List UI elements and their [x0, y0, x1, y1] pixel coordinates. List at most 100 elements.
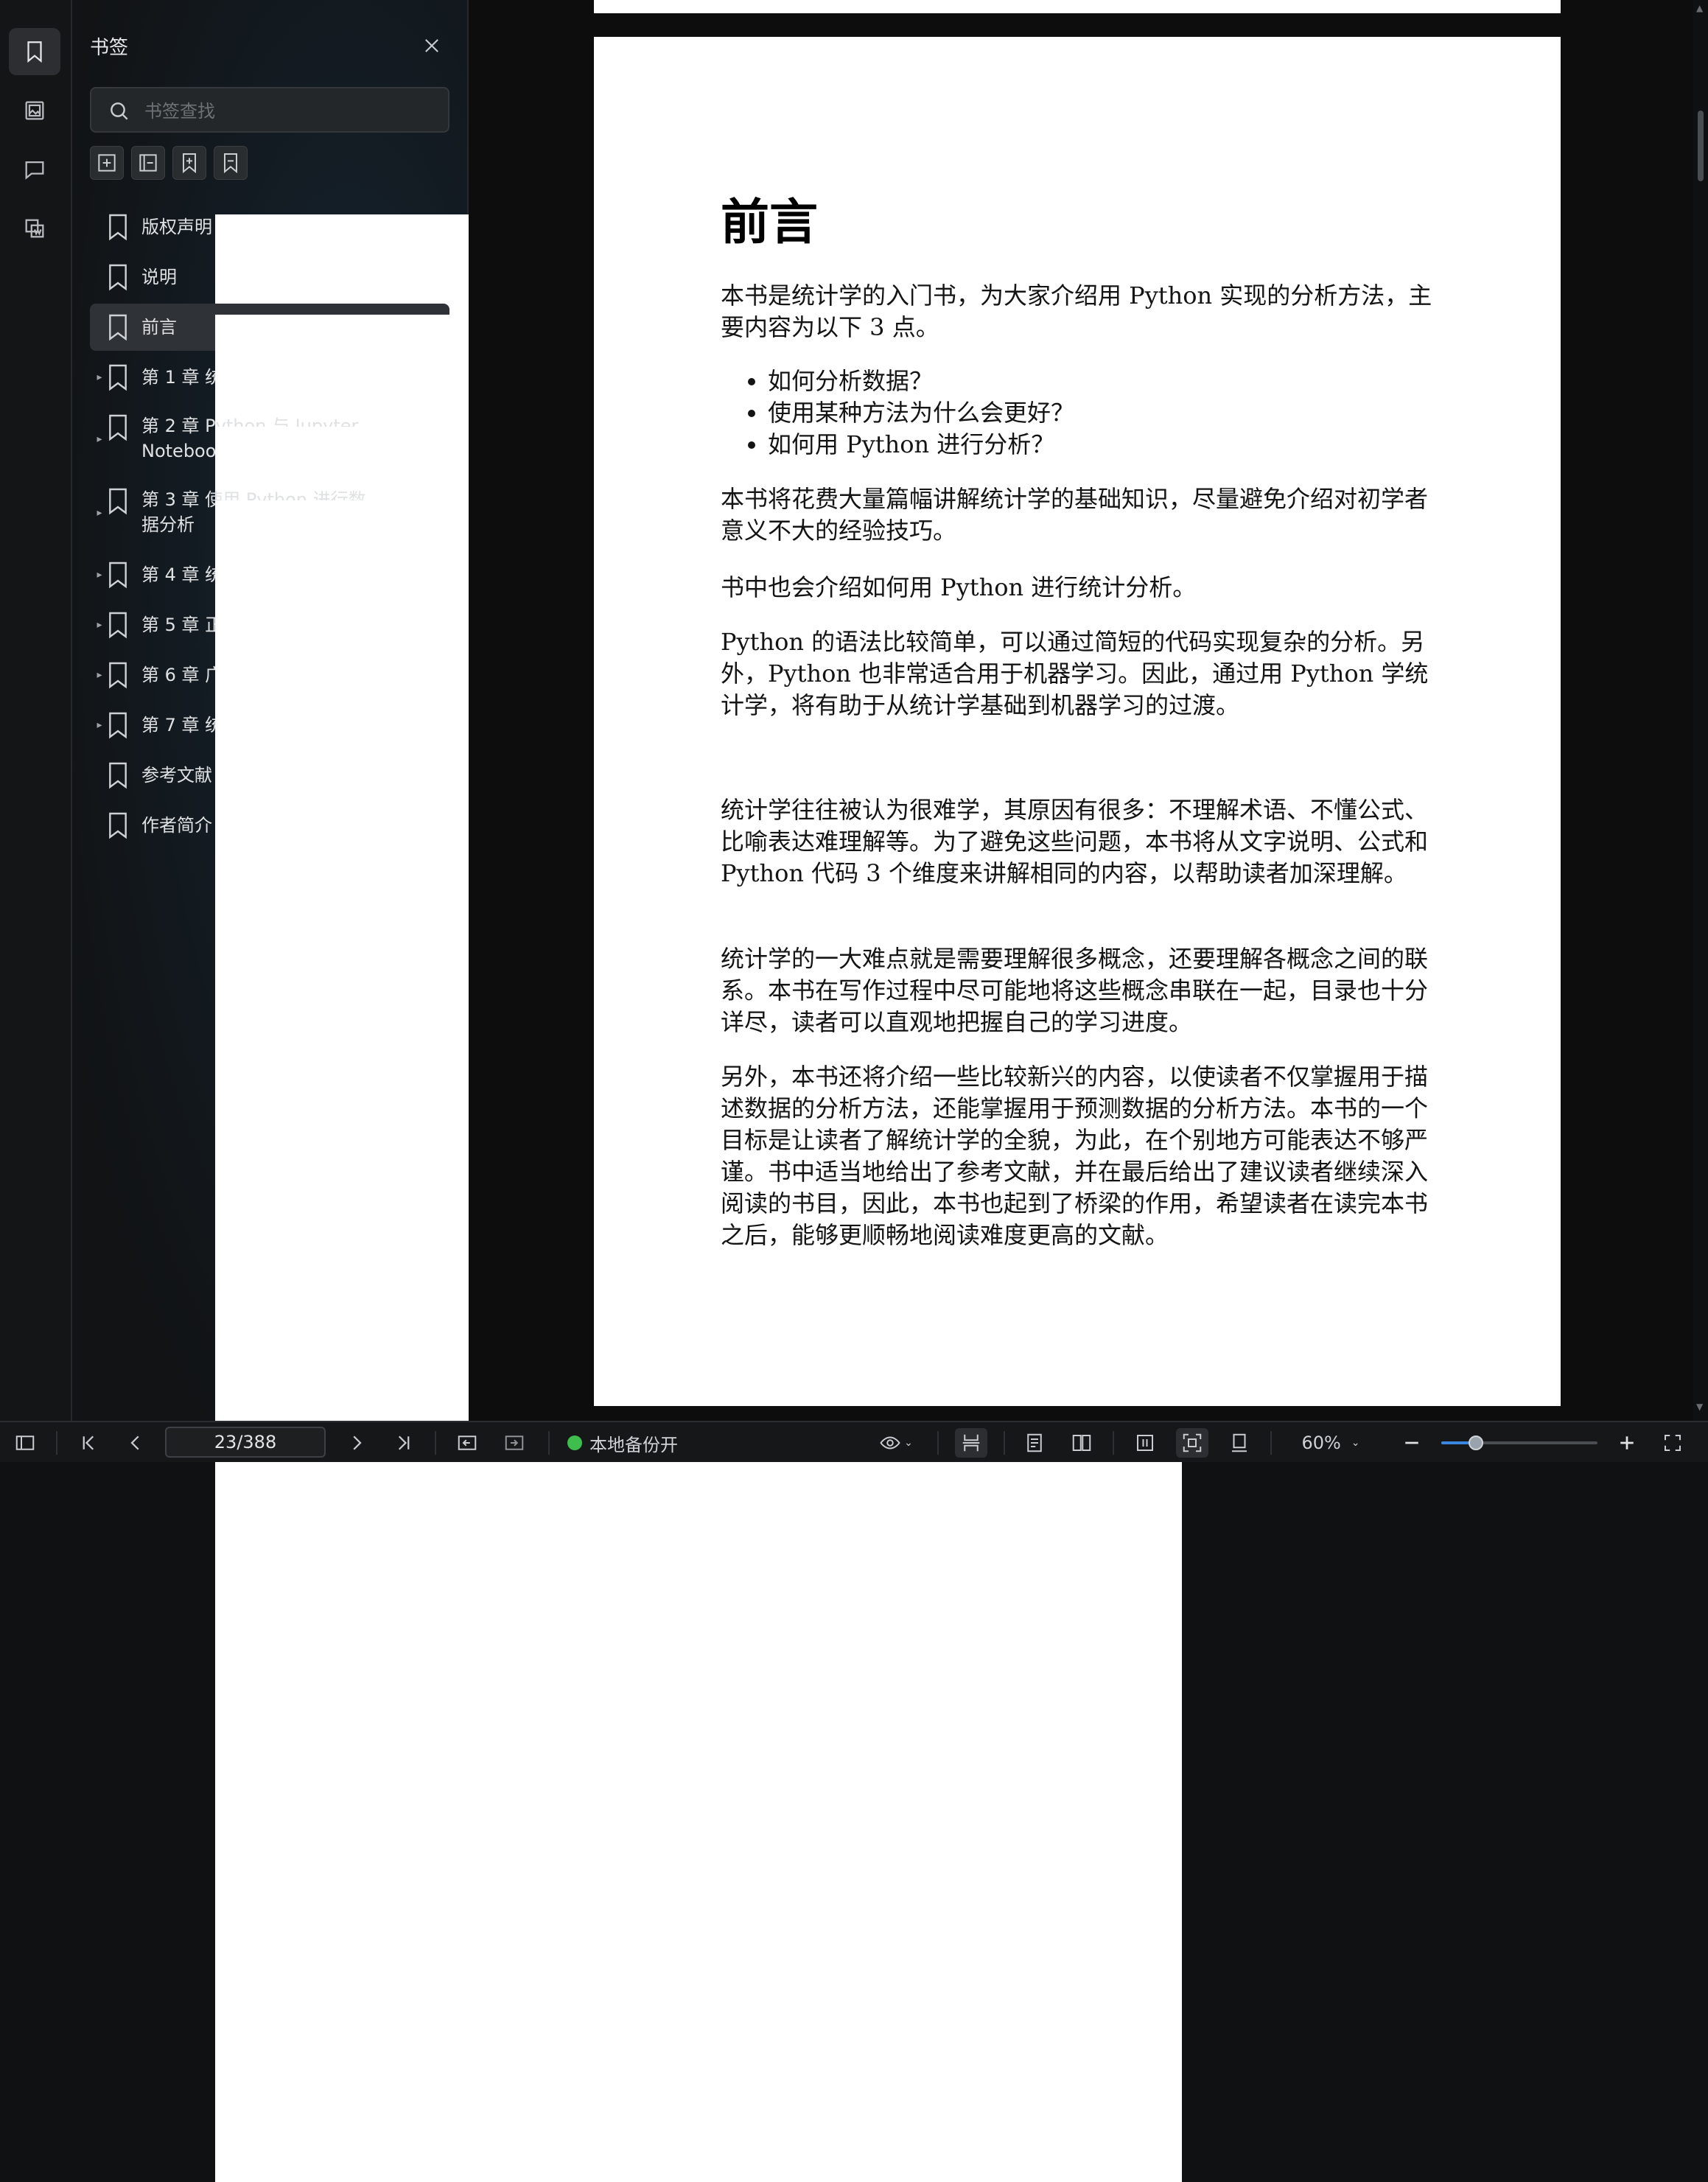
plus-icon [1620, 1436, 1634, 1450]
comments-tab-button[interactable] [9, 146, 60, 193]
first-page-button[interactable] [74, 1428, 103, 1458]
back-button[interactable] [452, 1428, 482, 1458]
single-page-icon [1027, 1433, 1042, 1452]
divider [1270, 1431, 1272, 1455]
expand-arrow-icon[interactable]: ▸ [93, 651, 106, 699]
chevron-right-icon [353, 1436, 362, 1450]
bookmark-item[interactable]: 参考文献384 [90, 752, 1182, 2132]
paragraph-5: 统计学往往被认为很难学，其原因有很多：不理解术语、不懂公式、比喻表达难理解等。为… [721, 796, 1429, 887]
bookmark-item[interactable]: ▸第 6 章 广义线性模型315 [90, 651, 1182, 2032]
zoom-in-button[interactable] [1612, 1428, 1642, 1458]
close-panel-button[interactable] [419, 32, 445, 59]
thumbnails-tab-button[interactable] [9, 87, 60, 134]
backup-status-dot [567, 1436, 582, 1450]
back-icon [458, 1436, 477, 1450]
bookmark-item[interactable]: ▸第 4 章 统计模型基础228 [90, 551, 1182, 1931]
expand-arrow-icon[interactable]: ▸ [93, 702, 106, 749]
page-number-input[interactable]: 23/388 [165, 1427, 326, 1458]
scroll-up-icon[interactable]: ▲ [1696, 3, 1703, 13]
bookmark-search-input[interactable] [143, 94, 441, 128]
bookmark-icon [109, 214, 127, 241]
read-mode-dropdown[interactable]: ⌄ [874, 1428, 918, 1458]
divider [548, 1431, 550, 1455]
document-viewport[interactable]: 前言 本书是统计学的入门书，为大家介绍用 Python 实现的分析方法，主要内容… [469, 0, 1693, 1421]
chevron-left-icon [130, 1436, 139, 1450]
divider [1113, 1431, 1114, 1455]
expand-arrow-icon[interactable]: ▸ [93, 551, 106, 598]
bookmark-icon [109, 314, 127, 341]
bookmark-icon [109, 488, 127, 515]
bookmark-item[interactable]: 说明22 [90, 253, 1182, 1634]
last-page-button[interactable] [389, 1428, 419, 1458]
zoom-slider-handle[interactable] [1468, 1436, 1483, 1450]
scrollbar-thumb[interactable] [1698, 111, 1704, 181]
bookmarks-tab-button[interactable] [9, 28, 60, 75]
paragraph-3: 书中也会介绍如何用 Python 进行统计分析。 [721, 573, 1197, 601]
forward-button[interactable] [500, 1428, 529, 1458]
bookmark-item[interactable]: ▸第 3 章 使用 Python 进行数据分析110 [90, 478, 1182, 1870]
add-child-icon [139, 154, 157, 172]
expand-arrow-icon[interactable]: ▸ [93, 601, 106, 648]
fit-width-icon [1137, 1435, 1153, 1451]
previous-page-edge [594, 0, 1561, 13]
divider [1004, 1431, 1005, 1455]
bookmark-icon [109, 662, 127, 689]
delete-bookmark-button[interactable] [214, 146, 248, 180]
scroll-down-icon[interactable]: ▼ [1696, 1402, 1703, 1412]
bookmark-icon [109, 762, 127, 789]
continuous-scroll-button[interactable] [955, 1428, 987, 1458]
last-page-icon [398, 1436, 410, 1450]
fit-width-button[interactable] [1130, 1428, 1160, 1458]
zoom-slider[interactable] [1441, 1436, 1597, 1450]
next-page-button[interactable] [342, 1428, 371, 1458]
bookmark-item[interactable]: 作者简介387 [90, 802, 1182, 2182]
actual-size-button[interactable] [1225, 1428, 1254, 1458]
bookmark-icon [109, 812, 127, 839]
bookmark-item[interactable]: ▸第 2 章 Python 与 Jupyter Notebook 基础74 [90, 404, 1182, 1796]
bookmark-item[interactable]: 版权声明21 [90, 203, 1182, 1584]
page-heading: 前言 [721, 194, 818, 251]
add-child-bookmark-button[interactable] [131, 146, 165, 180]
zoom-out-button[interactable] [1397, 1428, 1427, 1458]
sidebar-toggle-icon [15, 1436, 35, 1450]
bookmark-item[interactable]: ▸第 7 章 统计学与机器学习351 [90, 702, 1182, 2082]
actual-size-icon [1232, 1433, 1247, 1452]
document-page: 前言 本书是统计学的入门书，为大家介绍用 Python 实现的分析方法，主要内容… [594, 37, 1561, 1406]
layers-icon [25, 219, 44, 238]
vertical-scrollbar[interactable]: ▲ ▼ [1693, 0, 1708, 1421]
extract-tab-button[interactable] [9, 205, 60, 252]
bullet-item: 如何分析数据？ [768, 366, 1481, 397]
expand-arrow-icon[interactable]: ▸ [93, 478, 106, 548]
insert-bookmark-button[interactable] [172, 146, 206, 180]
bookmark-icon [109, 364, 127, 391]
first-page-icon [83, 1436, 94, 1450]
single-page-button[interactable] [1020, 1428, 1049, 1458]
expand-arrow-icon[interactable]: ▸ [93, 354, 106, 401]
paragraph-6: 统计学的一大难点就是需要理解很多概念，还要理解各概念之间的联系。本书在写作过程中… [721, 945, 1429, 1036]
zoom-level-dropdown[interactable]: 60% ⌄ [1294, 1428, 1368, 1458]
bookmark-item[interactable]: ▸第 1 章 统计学基础25 [90, 354, 1182, 1734]
fullscreen-button[interactable] [1658, 1428, 1687, 1458]
two-page-button[interactable] [1067, 1428, 1096, 1458]
bookmark-item[interactable]: ▸第 5 章 正态线性模型260 [90, 601, 1182, 1982]
backup-status[interactable]: 本地备份开 [567, 1428, 693, 1458]
paragraph-1: 本书是统计学的入门书，为大家介绍用 Python 实现的分析方法，主要内容为以下… [721, 282, 1432, 341]
bookmark-toolbar [90, 146, 248, 180]
image-icon [25, 101, 44, 120]
toggle-sidebar-button[interactable] [10, 1428, 40, 1458]
expand-arrow-icon[interactable]: ▸ [93, 404, 106, 475]
bookmark-item[interactable]: 前言23 [90, 304, 1182, 1684]
bullet-list: 如何分析数据？ 使用某种方法为什么会更好？ 如何用 Python 进行分析？ [721, 366, 1481, 461]
bullet-item: 使用某种方法为什么会更好？ [768, 397, 1481, 429]
bookmark-plus-icon [183, 153, 196, 174]
paragraph-4: Python 的语法比较简单，可以通过简短的代码实现复杂的分析。另外，Pytho… [721, 628, 1429, 719]
divider [937, 1431, 939, 1455]
previous-page-button[interactable] [121, 1428, 150, 1458]
bookmark-panel: 书签 版权声明21说明22前言23▸第 1 章 统计学基础25▸第 2 章 Py… [72, 0, 1182, 2182]
backup-status-label: 本地备份开 [589, 1434, 678, 1455]
zoom-level-label: 60% [1301, 1433, 1341, 1453]
fit-page-button[interactable] [1176, 1428, 1208, 1458]
add-bookmark-button[interactable] [90, 146, 124, 180]
continuous-scroll-icon [962, 1434, 980, 1452]
bookmark-icon [27, 41, 42, 63]
